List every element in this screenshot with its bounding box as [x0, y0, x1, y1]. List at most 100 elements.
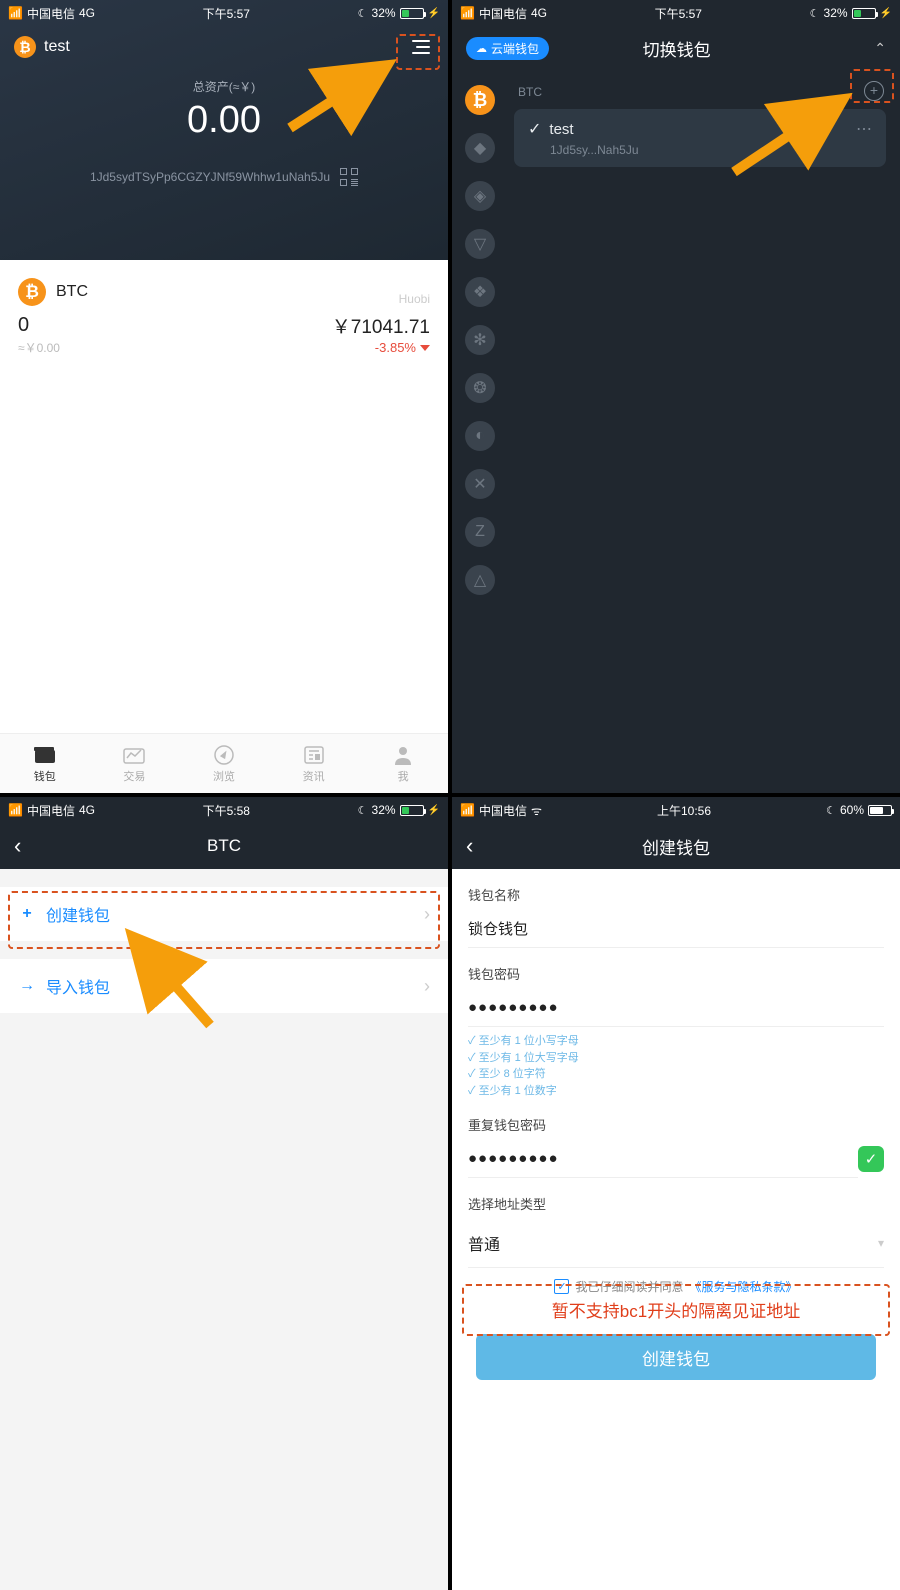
wallet-name-input[interactable] — [468, 910, 884, 948]
more-icon[interactable]: ⋯ — [856, 119, 874, 139]
dnd-icon: ☾ — [826, 804, 836, 817]
page-title: 切换钱包 — [489, 36, 864, 61]
collapse-icon[interactable]: ⌃ — [874, 40, 886, 57]
panel-switch-wallet: 📶 中国电信 4G 下午5:57 ☾ 32% ⚡ 云端钱包 切换钱包 ⌃ ₿ ◆… — [452, 0, 900, 793]
page-title: 创建钱包 — [466, 834, 886, 859]
assets-label: 总资产(≈￥) — [0, 78, 448, 95]
checkbox-icon[interactable]: ✓ — [554, 1279, 569, 1294]
address-row[interactable]: 1Jd5sydTSyPp6CGZYJNf59Whhw1uNah5Ju — [0, 168, 448, 186]
bottom-tabs: 钱包 交易 浏览 资讯 我 — [0, 733, 448, 793]
wallet-card-test[interactable]: ✓ test 1Jd5sy...Nah5Ju ⋯ — [514, 109, 886, 167]
options-list: + 创建钱包 › → 导入钱包 › — [0, 887, 448, 1013]
add-wallet-icon[interactable]: + — [864, 81, 884, 101]
battery-icon — [400, 8, 424, 19]
create-wallet-header: ‹ 创建钱包 — [452, 823, 900, 869]
terms-link[interactable]: 《服务与隐私条款》 — [690, 1278, 798, 1295]
panel-btc-options: 📶 中国电信 4G 下午5:58 ☾ 32% ⚡ ‹ BTC + 创建钱包 › … — [0, 797, 448, 1590]
coin-price: ￥71041.71 — [332, 306, 430, 339]
rule-item: 至少有 1 位大写字母 — [468, 1050, 884, 1067]
tab-browse[interactable]: 浏览 — [179, 744, 269, 784]
status-bar: 📶 中国电信 4G 下午5:57 ☾ 32% ⚡ — [452, 0, 900, 26]
coin-row-btc[interactable]: ₿ BTC Huobi 0 ￥71041.71 ≈￥0.00 -3.85% — [18, 278, 430, 356]
dnd-icon: ☾ — [358, 804, 368, 817]
tab-me[interactable]: 我 — [358, 744, 448, 784]
rail-atom-icon[interactable]: ✻ — [465, 325, 495, 355]
signal-icon: 📶 — [460, 803, 475, 817]
signal-icon: 📶 — [8, 6, 23, 20]
bitcoin-icon: ₿ — [18, 278, 46, 306]
battery-pct: 32% — [372, 803, 396, 817]
chevron-right-icon: › — [424, 904, 430, 925]
tab-trade[interactable]: 交易 — [90, 744, 180, 784]
section-label: BTC — [518, 85, 886, 99]
signal-icon: 📶 — [460, 6, 475, 20]
tab-label: 钱包 — [34, 768, 56, 784]
dnd-icon: ☾ — [810, 7, 820, 20]
coin-balance: 0 — [18, 308, 322, 337]
battery-pct: 32% — [824, 6, 848, 20]
btc-header: ‹ BTC — [0, 823, 448, 869]
rail-eth-icon[interactable]: ◆ — [465, 133, 495, 163]
total-assets: 总资产(≈￥) 0.00 — [0, 78, 448, 142]
address-type-select[interactable]: 普通 ▾ — [468, 1219, 884, 1268]
network-label: 4G — [79, 803, 95, 817]
plus-icon: + — [18, 905, 36, 923]
rail-bnb-icon[interactable]: ❖ — [465, 277, 495, 307]
menu-icon[interactable] — [408, 36, 434, 58]
rail-zil-icon[interactable]: Z — [465, 517, 495, 547]
chart-icon — [122, 744, 146, 766]
status-bar: 📶 中国电信 4G 下午5:58 ☾ 32% ⚡ — [0, 797, 448, 823]
rail-dot-icon[interactable]: ✕ — [465, 469, 495, 499]
wallet-address: 1Jd5sydTSyPp6CGZYJNf59Whhw1uNah5Ju — [90, 170, 330, 184]
create-wallet-button[interactable]: 创建钱包 — [476, 1334, 876, 1380]
rail-ada-icon[interactable]: △ — [465, 565, 495, 595]
bitcoin-icon: ₿ — [14, 36, 36, 58]
repeat-password-label: 重复钱包密码 — [468, 1115, 884, 1134]
battery-pct: 32% — [372, 6, 396, 20]
tab-label: 资讯 — [303, 768, 325, 784]
tab-label: 我 — [398, 768, 409, 784]
repeat-password-input[interactable]: ●●●●●●●●● — [468, 1140, 858, 1178]
charging-icon: ⚡ — [428, 8, 440, 19]
price-source: Huobi — [332, 292, 430, 306]
wallet-name: test — [44, 38, 70, 56]
status-bar: 📶 中国电信 ᯤ 上午10:56 ☾ 60% — [452, 797, 900, 823]
wifi-icon: ᯤ — [531, 802, 542, 819]
clock-label: 下午5:58 — [95, 802, 358, 819]
rail-btc-icon[interactable]: ₿ — [465, 85, 495, 115]
charging-icon: ⚡ — [880, 8, 892, 19]
rule-item: 至少有 1 位数字 — [468, 1083, 884, 1100]
coin-change: -3.85% — [332, 340, 430, 355]
option-label: 创建钱包 — [46, 902, 110, 926]
tab-wallet[interactable]: 钱包 — [0, 744, 90, 784]
battery-icon — [852, 8, 876, 19]
address-type-value: 普通 — [468, 1231, 500, 1255]
option-import-wallet[interactable]: → 导入钱包 › — [0, 959, 448, 1013]
switch-wallet-header: 云端钱包 切换钱包 ⌃ — [452, 26, 900, 71]
tab-news[interactable]: 资讯 — [269, 744, 359, 784]
coin-approx: ≈￥0.00 — [18, 339, 322, 356]
rail-ont-icon[interactable]: ◐ — [465, 421, 495, 451]
assets-amount: 0.00 — [0, 99, 448, 142]
option-create-wallet[interactable]: + 创建钱包 › — [0, 887, 448, 941]
charging-icon: ⚡ — [428, 805, 440, 816]
rail-trx-icon[interactable]: ▽ — [465, 229, 495, 259]
password-input[interactable]: ●●●●●●●●● — [468, 989, 884, 1027]
tab-label: 交易 — [123, 768, 145, 784]
wallet-card-address: 1Jd5sy...Nah5Ju — [550, 143, 872, 157]
carrier-label: 中国电信 — [479, 802, 527, 819]
terms-agree-row[interactable]: ✓ 我已仔细阅读并同意 《服务与隐私条款》 — [468, 1278, 884, 1295]
rule-item: 至少 8 位字符 — [468, 1066, 884, 1083]
wallet-card-name: test — [549, 121, 573, 138]
password-rules: 至少有 1 位小写字母 至少有 1 位大写字母 至少 8 位字符 至少有 1 位… — [468, 1033, 884, 1099]
rail-iost-icon[interactable]: ❂ — [465, 373, 495, 403]
page-title: BTC — [14, 836, 434, 856]
wallet-header: 📶 中国电信 4G 下午5:57 ☾ 32% ⚡ ₿ test 总资产(≈￥) … — [0, 0, 448, 260]
rail-eos-icon[interactable]: ◈ — [465, 181, 495, 211]
password-label: 钱包密码 — [468, 964, 884, 983]
clock-label: 上午10:56 — [542, 802, 826, 819]
battery-icon — [400, 805, 424, 816]
battery-icon — [868, 805, 892, 816]
qr-icon[interactable] — [340, 168, 358, 186]
coin-symbol: BTC — [56, 283, 322, 301]
